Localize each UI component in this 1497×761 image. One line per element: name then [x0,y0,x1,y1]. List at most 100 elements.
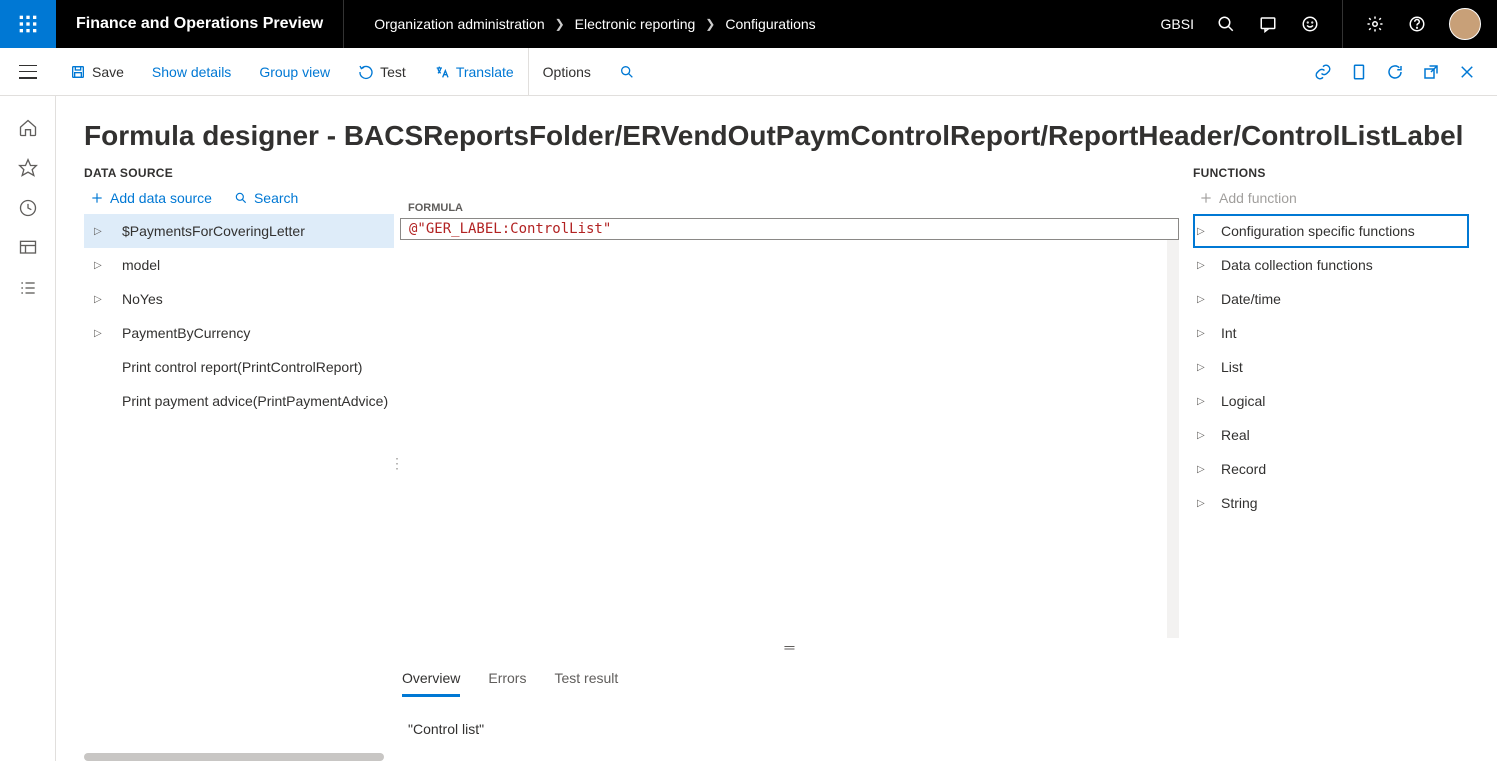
function-category-item[interactable]: ▷ Logical [1193,384,1469,418]
tri-pane: DATA SOURCE Add data source Search ▷$Pay… [84,166,1469,761]
close-icon[interactable] [1457,62,1477,82]
chevron-right-icon[interactable]: ▷ [1197,396,1207,407]
chevron-right-icon[interactable]: ▷ [1197,464,1207,475]
chevron-right-icon[interactable]: ▷ [1197,226,1207,237]
overview-content: "Control list" [400,697,1179,761]
chevron-right-icon[interactable]: ▷ [94,226,104,237]
function-category-item[interactable]: ▷ Configuration specific functions [1193,214,1469,248]
popout-icon[interactable] [1421,62,1441,82]
home-icon[interactable] [18,118,38,138]
formula-header: FORMULA [400,198,1179,218]
nav-toggle[interactable] [0,48,56,96]
function-category-label: Int [1221,325,1237,341]
recent-icon[interactable] [18,198,38,218]
top-right-tools: GBSI [1161,0,1497,48]
data-source-item[interactable]: ▷$PaymentsForCoveringLetter [84,214,394,248]
scrollbar[interactable] [84,753,384,761]
breadcrumb: Organization administration ❯ Electronic… [344,16,845,32]
group-view-button[interactable]: Group view [245,48,344,95]
chevron-right-icon[interactable]: ▷ [94,328,104,339]
tab-test-result[interactable]: Test result [554,662,618,697]
formula-input[interactable]: @"GER_LABEL:ControlList" [400,218,1179,240]
functions-header: FUNCTIONS [1193,166,1469,180]
function-category-item[interactable]: ▷ String [1193,486,1469,520]
function-category-item[interactable]: ▷Date/time [1193,282,1469,316]
divider [1342,0,1343,48]
chevron-right-icon[interactable]: ▷ [94,260,104,271]
function-category-item[interactable]: ▷ Data collection functions [1193,248,1469,282]
link-icon[interactable] [1313,62,1333,82]
shell: Formula designer - BACSReportsFolder/ERV… [0,96,1497,761]
tab-errors[interactable]: Errors [488,662,526,697]
chevron-right-icon[interactable]: ▷ [1197,362,1207,373]
save-label: Save [92,64,124,80]
function-category-label: Real [1221,427,1250,443]
modules-icon[interactable] [18,278,38,298]
top-bar: Finance and Operations Preview Organizat… [0,0,1497,48]
breadcrumb-item[interactable]: Configurations [725,16,815,32]
gear-icon[interactable] [1365,14,1385,34]
translate-button[interactable]: Translate [420,48,528,95]
function-category-item[interactable]: ▷ Record [1193,452,1469,486]
help-icon[interactable] [1407,14,1427,34]
data-source-item[interactable]: ▷ PaymentByCurrency [84,316,394,350]
function-category-item[interactable]: ▷ List [1193,350,1469,384]
formula-editor-body[interactable] [400,240,1179,638]
function-category-label: String [1221,495,1258,511]
data-source-item-label: PaymentByCurrency [118,325,250,341]
chevron-right-icon[interactable]: ▷ [1197,430,1207,441]
options-button[interactable]: Options [528,48,605,95]
function-category-item[interactable]: ▷ Real [1193,418,1469,452]
function-category-label: List [1221,359,1243,375]
horizontal-splitter[interactable]: ═ [400,638,1179,656]
functions-pane: FUNCTIONS Add function ▷ Configuration sp… [1179,166,1469,761]
chat-icon[interactable] [1258,14,1278,34]
company-picker[interactable]: GBSI [1161,16,1194,32]
waffle-launcher[interactable] [0,0,56,48]
save-button[interactable]: Save [56,48,138,95]
result-tabs: Overview Errors Test result [400,662,1179,697]
formula-expression: @"GER_LABEL:ControlList" [409,221,611,237]
show-details-button[interactable]: Show details [138,48,245,95]
data-source-item-label: model [118,257,160,273]
data-source-item[interactable]: ▷ model [84,248,394,282]
tab-overview[interactable]: Overview [402,662,460,697]
content-area: Formula designer - BACSReportsFolder/ERV… [56,96,1497,761]
breadcrumb-item[interactable]: Electronic reporting [575,16,696,32]
test-button[interactable]: Test [344,48,420,95]
data-source-item-label: Print payment advice(PrintPaymentAdvice) [118,393,388,409]
data-source-pane: DATA SOURCE Add data source Search ▷$Pay… [84,166,394,761]
data-source-item[interactable]: ▷Print control report(PrintControlReport… [84,350,394,384]
search-icon[interactable] [1216,14,1236,34]
function-category-label: Data collection functions [1221,257,1373,273]
chevron-right-icon[interactable]: ▷ [1197,294,1207,305]
workspace-icon[interactable] [18,238,38,258]
refresh-icon[interactable] [1385,62,1405,82]
avatar[interactable] [1449,8,1481,40]
add-function-button: Add function [1199,190,1297,206]
chevron-right-icon[interactable]: ▷ [1197,328,1207,339]
chevron-right-icon[interactable]: ▷ [94,294,104,305]
chevron-right-icon[interactable]: ▷ [1197,260,1207,271]
page-icon[interactable] [1349,62,1369,82]
star-icon[interactable] [18,158,38,178]
data-source-item[interactable]: ▷ NoYes [84,282,394,316]
data-source-tree: ▷$PaymentsForCoveringLetter▷model▷NoYes▷… [84,214,394,753]
smile-icon[interactable] [1300,14,1320,34]
page-title: Formula designer - BACSReportsFolder/ERV… [84,120,1469,152]
chevron-right-icon: ❯ [705,17,715,31]
action-bar: Save Show details Group view Test Transl… [0,48,1497,96]
functions-tree: ▷ Configuration specific functions ▷ Data c… [1193,214,1469,761]
breadcrumb-item[interactable]: Organization administration [374,16,544,32]
function-category-label: Record [1221,461,1266,477]
add-data-source-button[interactable]: Add data source [90,190,212,206]
data-source-item-label: NoYes [118,291,163,307]
function-category-label: Configuration specific functions [1221,223,1415,239]
data-source-item[interactable]: ▷Print payment advice(PrintPaymentAdvice… [84,384,394,418]
function-category-label: Logical [1221,393,1265,409]
chevron-right-icon: ❯ [555,17,565,31]
action-search[interactable] [605,48,649,95]
search-data-source-button[interactable]: Search [234,190,298,206]
chevron-right-icon[interactable]: ▷ [1197,498,1207,509]
function-category-item[interactable]: ▷ Int [1193,316,1469,350]
